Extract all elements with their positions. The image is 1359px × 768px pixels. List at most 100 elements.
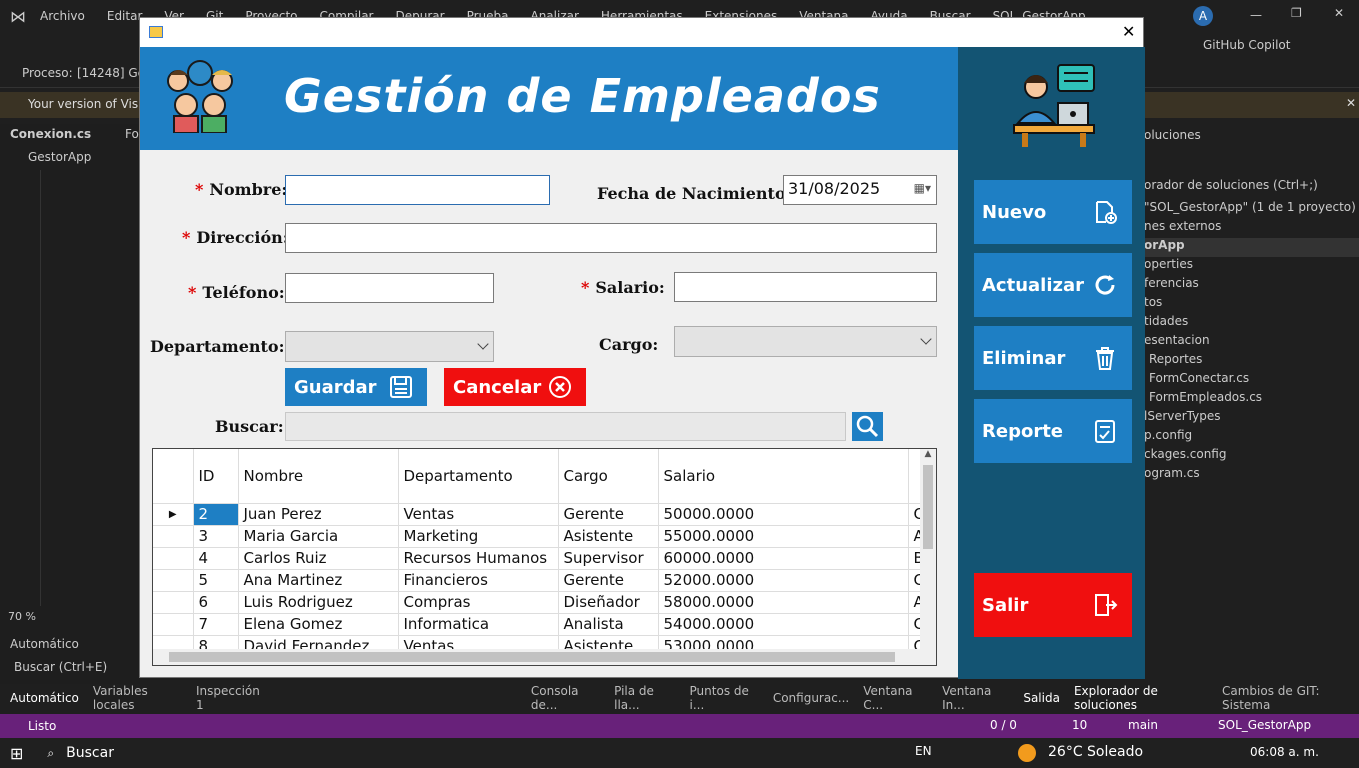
cell-id[interactable]: 5 <box>193 569 239 592</box>
editor-tab-next[interactable]: Fo <box>125 127 139 141</box>
cell-salario[interactable]: 50000.0000 <box>658 503 909 526</box>
cell-salario[interactable]: 54000.0000 <box>658 613 909 636</box>
taskbar-weather[interactable]: 26°C Soleado <box>1048 744 1143 760</box>
buscar-input[interactable] <box>285 412 846 441</box>
taskbar-search[interactable]: Buscar <box>66 745 114 761</box>
table-row[interactable]: ▶ 2 Juan Perez Ventas Gerente 50000.0000… <box>153 503 925 526</box>
editor-project-combo[interactable]: GestorApp <box>28 150 91 164</box>
col-header-departamento[interactable]: Departamento <box>398 449 559 504</box>
cell-salario[interactable]: 60000.0000 <box>658 547 909 570</box>
cell-nombre[interactable]: Luis Rodriguez <box>238 591 399 614</box>
status-edits[interactable]: 10 <box>1072 718 1087 732</box>
row-header[interactable] <box>153 547 194 570</box>
cancelar-button[interactable]: Cancelar <box>444 368 586 406</box>
departamento-select[interactable] <box>285 331 494 362</box>
tree-item[interactable]: FormConectar.cs <box>1144 371 1359 390</box>
cell-departamento[interactable]: Informatica <box>398 613 559 636</box>
col-header-id[interactable]: ID <box>193 449 239 504</box>
tab-explorador[interactable]: Explorador de soluciones <box>1074 684 1208 712</box>
buscar-button[interactable] <box>852 412 883 441</box>
status-solution[interactable]: SOL_GestorApp <box>1218 718 1311 732</box>
col-header-cargo[interactable]: Cargo <box>558 449 659 504</box>
tree-item[interactable]: tos <box>1144 295 1359 314</box>
table-row[interactable]: 5 Ana Martinez Financieros Gerente 52000… <box>153 569 925 592</box>
auto-search-input[interactable]: Buscar (Ctrl+E) <box>14 660 107 674</box>
col-header-nombre[interactable]: Nombre <box>238 449 399 504</box>
eliminar-button[interactable]: Eliminar <box>974 326 1132 390</box>
nuevo-button[interactable]: Nuevo <box>974 180 1132 244</box>
taskbar-search-icon[interactable]: ⌕ <box>47 746 54 761</box>
telefono-input[interactable] <box>285 273 494 303</box>
cell-salario[interactable]: 52000.0000 <box>658 569 909 592</box>
code-area[interactable] <box>40 170 140 606</box>
status-branch[interactable]: main <box>1128 718 1158 732</box>
tab-pila[interactable]: Pila de lla... <box>614 684 675 712</box>
cell-cargo[interactable]: Gerente <box>558 569 659 592</box>
tab-ventana-c[interactable]: Ventana C... <box>863 684 928 712</box>
scroll-thumb[interactable] <box>923 465 933 549</box>
windows-start-icon[interactable]: ⊞ <box>10 744 23 763</box>
tab-ventana-in[interactable]: Ventana In... <box>942 684 1009 712</box>
tab-puntos[interactable]: Puntos de i... <box>690 684 759 712</box>
table-row[interactable]: 6 Luis Rodriguez Compras Diseñador 58000… <box>153 591 925 614</box>
tab-automatico[interactable]: Automático <box>10 691 79 705</box>
cell-id[interactable]: 7 <box>193 613 239 636</box>
cell-salario[interactable]: 58000.0000 <box>658 591 909 614</box>
tree-item[interactable]: ckages.config <box>1144 447 1359 466</box>
form-close-icon[interactable]: ✕ <box>1122 22 1135 41</box>
cell-id[interactable]: 6 <box>193 591 239 614</box>
taskbar-lang[interactable]: EN <box>915 744 932 758</box>
tree-item[interactable]: ferencias <box>1144 276 1359 295</box>
tab-inspeccion[interactable]: Inspección 1 <box>196 684 263 712</box>
scroll-thumb-horizontal[interactable] <box>169 652 895 662</box>
cargo-select[interactable] <box>674 326 937 357</box>
table-row[interactable]: 4 Carlos Ruiz Recursos Humanos Superviso… <box>153 547 925 570</box>
tree-item[interactable]: nes externos <box>1144 219 1359 238</box>
cell-nombre[interactable]: Elena Gomez <box>238 613 399 636</box>
copilot-button[interactable]: GitHub Copilot <box>1203 38 1290 52</box>
cell-nombre[interactable]: Carlos Ruiz <box>238 547 399 570</box>
row-header[interactable] <box>153 569 194 592</box>
row-header[interactable] <box>153 613 194 636</box>
cell-departamento[interactable]: Ventas <box>398 503 559 526</box>
table-row[interactable]: 3 Maria Garcia Marketing Asistente 55000… <box>153 525 925 548</box>
cell-cargo[interactable]: Supervisor <box>558 547 659 570</box>
menu-archivo[interactable]: Archivo <box>40 9 85 23</box>
solution-search-input[interactable]: orador de soluciones (Ctrl+;) <box>1144 178 1318 192</box>
empleados-grid[interactable]: ID Nombre Departamento Cargo Salario ▶ 2… <box>152 448 937 666</box>
info-close-icon[interactable]: ✕ <box>1346 96 1356 110</box>
account-avatar[interactable]: A <box>1193 6 1213 26</box>
editor-tab-conexion[interactable]: Conexion.cs <box>10 127 91 141</box>
cell-departamento[interactable]: Marketing <box>398 525 559 548</box>
close-window-icon[interactable]: ✕ <box>1334 6 1344 20</box>
horizontal-scrollbar[interactable] <box>153 649 936 665</box>
tab-configuracion[interactable]: Configurac... <box>773 691 849 705</box>
tab-variables[interactable]: Variables locales <box>93 684 182 712</box>
zoom-level[interactable]: 70 % <box>8 610 36 623</box>
status-lines[interactable]: 0 / 0 <box>990 718 1017 732</box>
vertical-scrollbar[interactable]: ▲ <box>920 449 936 649</box>
minimize-icon[interactable]: — <box>1250 8 1262 22</box>
cell-cargo[interactable]: Gerente <box>558 503 659 526</box>
tree-item[interactable]: orApp <box>1144 238 1359 257</box>
tree-item[interactable]: Reportes <box>1144 352 1359 371</box>
nombre-input[interactable] <box>285 175 550 205</box>
tree-item[interactable]: tidades <box>1144 314 1359 333</box>
direccion-input[interactable] <box>285 223 937 253</box>
tree-item[interactable]: FormEmpleados.cs <box>1144 390 1359 409</box>
tab-salida[interactable]: Salida <box>1023 691 1060 705</box>
cell-departamento[interactable]: Compras <box>398 591 559 614</box>
cell-id[interactable]: 3 <box>193 525 239 548</box>
restore-icon[interactable]: ❐ <box>1291 6 1302 20</box>
tree-item[interactable]: p.config <box>1144 428 1359 447</box>
cell-id[interactable]: 4 <box>193 547 239 570</box>
fecha-nacimiento-picker[interactable]: 31/08/2025 ▦▾ <box>783 175 937 205</box>
menu-editar[interactable]: Editar <box>107 9 143 23</box>
tree-item[interactable]: ogram.cs <box>1144 466 1359 485</box>
cell-nombre[interactable]: Ana Martinez <box>238 569 399 592</box>
col-header-salario[interactable]: Salario <box>658 449 909 504</box>
guardar-button[interactable]: Guardar <box>285 368 427 406</box>
tree-item[interactable]: lServerTypes <box>1144 409 1359 428</box>
taskbar-clock[interactable]: 06:08 a. m. <box>1250 745 1319 759</box>
cell-cargo[interactable]: Analista <box>558 613 659 636</box>
